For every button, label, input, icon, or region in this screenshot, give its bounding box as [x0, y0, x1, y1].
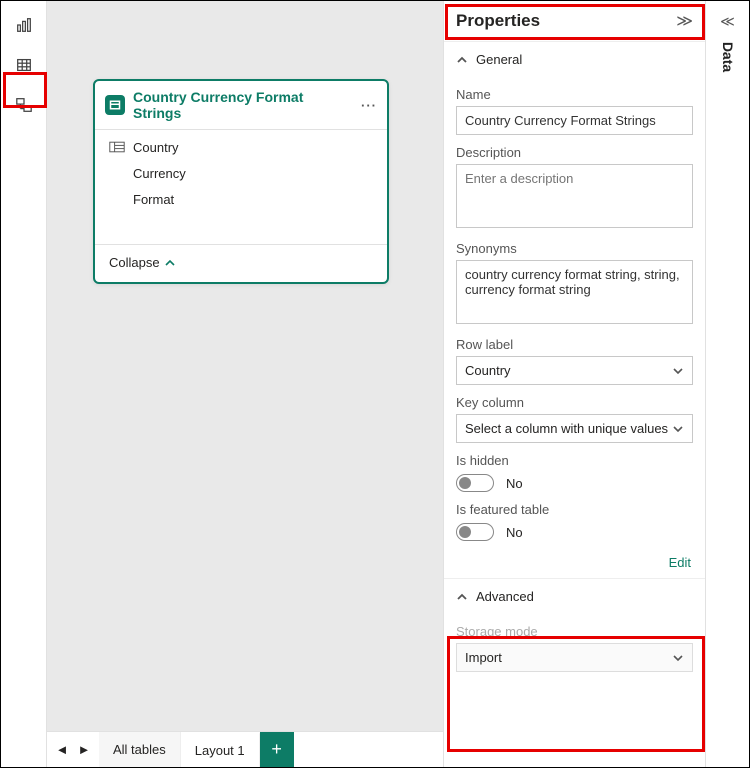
- panel-title: Properties: [456, 11, 540, 31]
- layout-tabs-bar: ◄► All tables Layout 1 +: [47, 731, 443, 767]
- table-title: Country Currency Format Strings: [133, 89, 353, 121]
- collapse-toggle[interactable]: Collapse: [95, 245, 387, 282]
- table-icon: [105, 95, 125, 115]
- row-label-select[interactable]: Country: [456, 356, 693, 385]
- key-column-label: Key column: [456, 395, 693, 410]
- name-input[interactable]: [456, 106, 693, 135]
- name-label: Name: [456, 87, 693, 102]
- description-input[interactable]: [456, 164, 693, 228]
- collapse-icon[interactable]: ≪: [720, 13, 735, 30]
- is-hidden-toggle[interactable]: [456, 474, 494, 492]
- synonyms-input[interactable]: [456, 260, 693, 324]
- tab-layout-1[interactable]: Layout 1: [181, 732, 260, 767]
- tab-nav: ◄►: [47, 732, 99, 767]
- storage-mode-select: Import: [456, 643, 693, 672]
- data-pane-label: Data: [720, 42, 736, 72]
- table-card[interactable]: Country Currency Format Strings ··· Coun…: [93, 79, 389, 284]
- is-hidden-label: Is hidden: [456, 453, 693, 468]
- section-advanced[interactable]: Advanced: [456, 579, 693, 614]
- is-featured-label: Is featured table: [456, 502, 693, 517]
- tab-all-tables[interactable]: All tables: [99, 732, 181, 767]
- column-row[interactable]: Currency: [95, 160, 387, 186]
- more-options-icon[interactable]: ···: [361, 98, 377, 113]
- prev-tab-icon[interactable]: ◄: [53, 742, 71, 757]
- row-label-label: Row label: [456, 337, 693, 352]
- column-row[interactable]: Format: [95, 186, 387, 212]
- section-general[interactable]: General: [444, 42, 705, 77]
- properties-panel: Properties ≫ General Name Description Sy…: [443, 1, 705, 767]
- model-view-icon[interactable]: [10, 91, 38, 119]
- report-view-icon[interactable]: [10, 11, 38, 39]
- column-row[interactable]: Country: [95, 134, 387, 160]
- description-label: Description: [456, 145, 693, 160]
- view-switcher: [1, 1, 47, 767]
- next-tab-icon[interactable]: ►: [75, 742, 93, 757]
- data-view-icon[interactable]: [10, 51, 38, 79]
- model-canvas[interactable]: Country Currency Format Strings ··· Coun…: [47, 1, 443, 767]
- add-layout-button[interactable]: +: [260, 732, 294, 767]
- edit-link[interactable]: Edit: [458, 555, 691, 570]
- expand-panel-icon[interactable]: ≫: [676, 11, 693, 31]
- storage-mode-label: Storage mode: [456, 624, 693, 639]
- synonyms-label: Synonyms: [456, 241, 693, 256]
- is-featured-toggle[interactable]: [456, 523, 494, 541]
- data-pane-collapsed[interactable]: ≪ Data: [705, 1, 749, 767]
- key-column-select[interactable]: Select a column with unique values: [456, 414, 693, 443]
